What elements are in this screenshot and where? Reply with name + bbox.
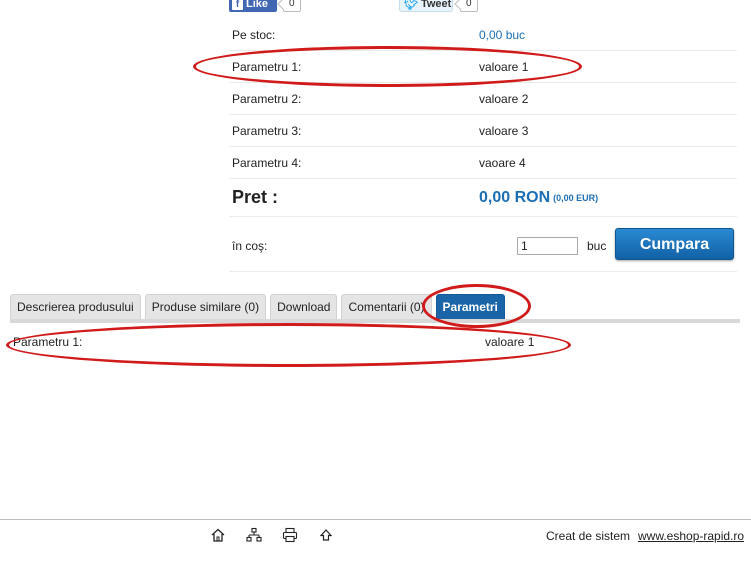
- quantity-input[interactable]: [517, 237, 578, 255]
- price-value: 0,00 RON: [479, 188, 551, 206]
- attr-row-param1: Parametru 1: valoare 1: [229, 51, 737, 83]
- attr-label: Parametru 1:: [232, 59, 302, 74]
- params-panel-row: Parametru 1: valoare 1: [13, 335, 733, 351]
- attr-row-param2: Parametru 2: valoare 2: [229, 83, 737, 115]
- attr-row-stock: Pe stoc: 0,00 buc: [229, 19, 737, 51]
- sitemap-icon[interactable]: [246, 527, 262, 543]
- tweet-button[interactable]: 🐦︎ Tweet: [399, 0, 453, 12]
- footer-divider: [0, 519, 751, 520]
- scroll-top-icon[interactable]: [318, 527, 334, 543]
- print-icon[interactable]: [282, 527, 298, 543]
- quantity-unit: buc: [587, 239, 607, 253]
- attr-label: Parametru 4:: [232, 155, 302, 170]
- param-value: valoare 1: [485, 335, 535, 349]
- tab-download[interactable]: Download: [270, 294, 338, 320]
- tweet-count: 0: [460, 0, 478, 12]
- attr-value: valoare 3: [479, 123, 529, 138]
- facebook-like-label: Like: [246, 0, 269, 10]
- price-row: Pret : 0,00 RON (0,00 EUR): [229, 179, 737, 217]
- tab-description[interactable]: Descrierea produsului: [10, 294, 141, 320]
- attr-value: vaoare 4: [479, 155, 526, 170]
- tab-parameters[interactable]: Parametri: [435, 294, 505, 320]
- home-icon[interactable]: [210, 527, 226, 543]
- cart-label: în coş:: [232, 239, 268, 253]
- buy-button[interactable]: Cumpara: [615, 228, 734, 260]
- price-eur: (0,00 EUR): [553, 192, 599, 203]
- tab-bar-underline: [10, 319, 740, 323]
- facebook-like-count: 0: [283, 0, 301, 12]
- product-attributes-table: Pe stoc: 0,00 buc Parametru 1: valoare 1…: [229, 19, 737, 217]
- product-tabs: Descrierea produsului Produse similare (…: [10, 294, 505, 320]
- attr-label: Parametru 3:: [232, 123, 302, 138]
- attr-value: valoare 1: [479, 59, 529, 74]
- attr-label: Pe stoc:: [232, 27, 276, 42]
- param-label: Parametru 1:: [13, 335, 83, 349]
- footer-credit: Creat de sistem: [546, 529, 631, 543]
- tweet-label: Tweet: [420, 0, 452, 10]
- facebook-icon: f: [232, 0, 243, 10]
- add-to-cart-row: în coş: buc Cumpara: [229, 220, 737, 272]
- footer-site-link[interactable]: www.eshop-rapid.ro: [638, 529, 744, 543]
- attr-value-stock: 0,00 buc: [479, 27, 526, 42]
- twitter-bird-icon: 🐦︎: [404, 0, 418, 11]
- attr-label: Parametru 2:: [232, 91, 302, 106]
- attr-row-param4: Parametru 4: vaoare 4: [229, 147, 737, 179]
- price-label: Pret :: [232, 187, 279, 207]
- facebook-like-button[interactable]: f Like: [229, 0, 277, 12]
- attr-row-param3: Parametru 3: valoare 3: [229, 115, 737, 147]
- social-buttons: f Like 0 🐦︎ Tweet 0: [229, 0, 709, 12]
- tab-comments[interactable]: Comentarii (0): [341, 294, 432, 320]
- attr-value: valoare 2: [479, 91, 529, 106]
- tab-similar-products[interactable]: Produse similare (0): [144, 294, 267, 320]
